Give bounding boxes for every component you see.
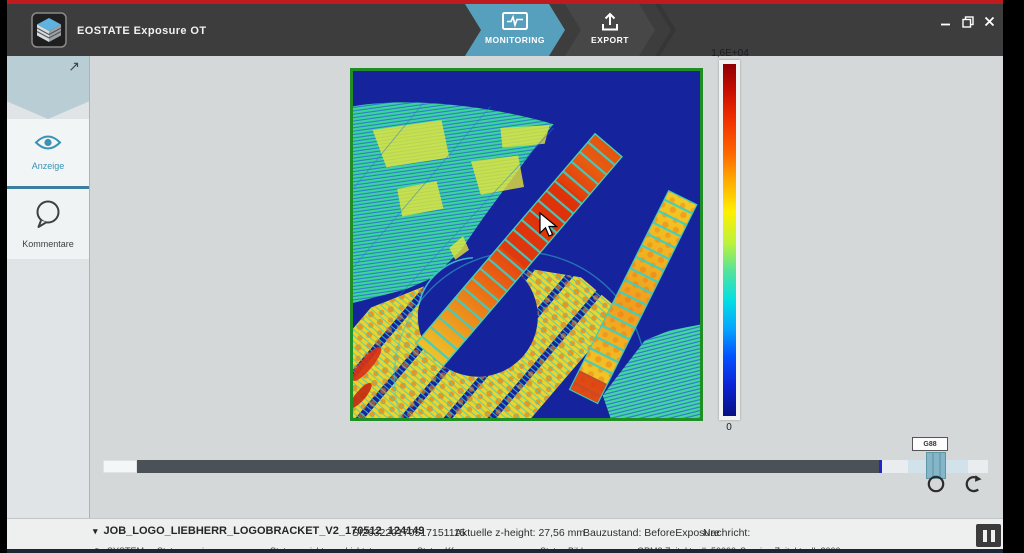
colorbar-max-label: 1,6E+04 [690,48,770,59]
mouse-cursor [538,212,560,245]
app-window: EOSTATE Exposure OT MONITORING [7,0,1003,553]
message-label: Nachricht: [703,527,750,539]
window-bottom-edge [7,549,1003,553]
record-circle-button[interactable] [929,477,943,491]
tab-export-label: EXPORT [591,35,629,45]
colorbar-min-label: 0 [704,422,754,433]
replay-rotate-icon[interactable] [967,475,982,491]
sidebar-item-kommentare[interactable]: Kommentare [7,189,89,259]
app-title: EOSTATE Exposure OT [77,25,206,37]
colorbar-gradient [723,64,736,416]
sidebar-item-label: Anzeige [32,161,65,171]
sidebar-header: ↗ [7,56,89,119]
app-logo-icon [31,12,67,48]
timeline-buttons [920,473,990,500]
colorbar [719,60,740,420]
z-height-value: Aktuelle z-height: 27,56 mm [455,527,585,539]
tab-monitoring[interactable]: MONITORING [465,4,565,56]
monitor-waveform-icon [500,10,530,33]
tab-monitoring-label: MONITORING [485,35,545,45]
sidebar-item-label: Kommentare [22,239,74,249]
main-viewport: 1,6E+04 0 G88 [90,56,1003,518]
expand-arrow-icon[interactable]: ↗ [68,58,80,75]
restore-button[interactable] [960,15,975,28]
eye-icon [34,134,62,156]
build-state: Bauzustand: BeforeExposure [583,527,720,539]
sidebar-item-anzeige[interactable]: Anzeige [7,119,89,186]
desktop: EOSTATE Exposure OT MONITORING [0,0,1024,553]
upload-icon [599,10,621,33]
minimize-button[interactable] [938,15,953,28]
thermal-heatmap-image[interactable] [350,68,703,421]
title-bar: EOSTATE Exposure OT MONITORING [7,4,1003,56]
serial-number: SI263220170517151115 [352,527,465,539]
timeline-track-elapsed[interactable] [137,460,879,473]
timeline-tooltip: G88 [912,437,948,451]
chevron-down-icon[interactable]: ▾ [93,526,98,536]
tab-separator-chevron [655,4,679,56]
close-button[interactable] [982,15,997,28]
speech-bubble-icon [33,199,63,234]
status-bar: ▾JOB_LOGO_LIEBHERR_LOGOBRACKET_V2_170512… [7,518,1003,553]
sidebar: ↗ Anzeige Komment [7,56,90,518]
pause-button[interactable] [976,524,1001,547]
tab-export[interactable]: EXPORT [565,4,655,56]
timeline-track-start[interactable] [103,460,137,473]
